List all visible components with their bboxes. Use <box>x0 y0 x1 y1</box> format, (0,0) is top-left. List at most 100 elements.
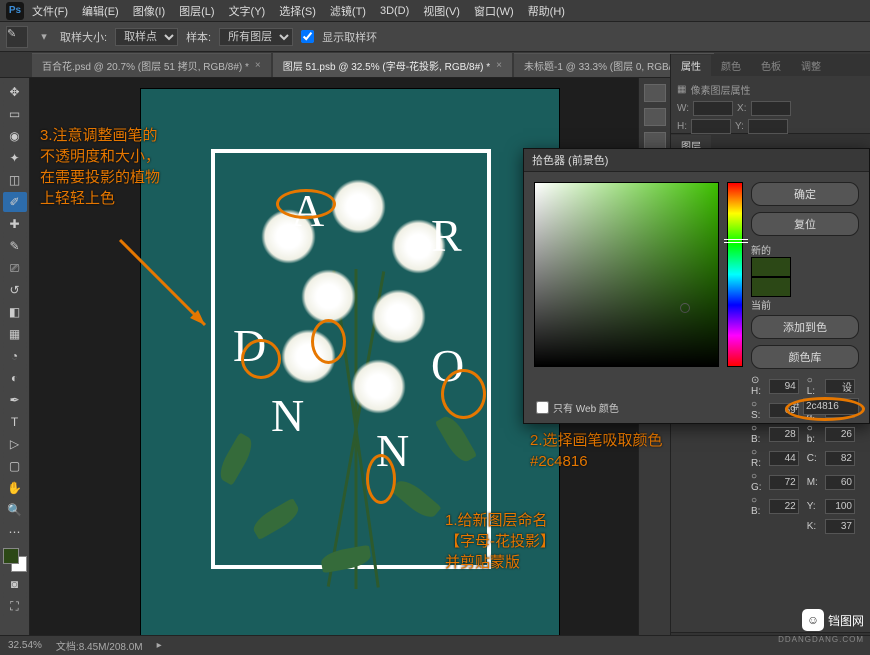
menu-select[interactable]: 选择(S) <box>279 3 316 19</box>
b-input[interactable] <box>769 427 799 442</box>
pixel-layer-icon: ▦ <box>677 84 686 95</box>
tab-properties[interactable]: 属性 <box>671 55 711 76</box>
sample-sheet-select[interactable]: 所有图层 <box>219 28 293 46</box>
menu-edit[interactable]: 编辑(E) <box>82 3 119 19</box>
letter-r: R <box>431 209 462 262</box>
status-arrow-icon[interactable]: ▸ <box>157 640 162 651</box>
tab-color[interactable]: 颜色 <box>711 55 751 76</box>
move-tool[interactable]: ✥ <box>3 82 27 102</box>
close-icon[interactable]: × <box>255 60 261 71</box>
doc-size-readout: 文档:8.45M/208.0M <box>56 638 143 653</box>
type-tool[interactable]: T <box>3 412 27 432</box>
current-color-swatch <box>751 277 791 297</box>
shape-tool[interactable]: ▢ <box>3 456 27 476</box>
tab-adjustments[interactable]: 调整 <box>791 55 831 76</box>
annotation-circle <box>785 397 865 421</box>
menu-view[interactable]: 视图(V) <box>423 3 460 19</box>
eyedropper-icon: ✎ <box>6 26 28 48</box>
menu-window[interactable]: 窗口(W) <box>474 3 514 19</box>
l-input[interactable] <box>825 379 855 394</box>
prop-h-input[interactable] <box>691 119 731 134</box>
k-input[interactable] <box>825 519 855 534</box>
sample-size-label: 取样大小: <box>60 29 107 45</box>
sample-size-select[interactable]: 取样点 <box>115 28 178 46</box>
color-lib-button[interactable]: 颜色库 <box>751 345 859 369</box>
dodge-tool[interactable]: ◐ <box>3 368 27 388</box>
h-input[interactable] <box>769 379 799 394</box>
doc-tab-2[interactable]: 图层 51.psb @ 32.5% (字母-花投影, RGB/8#) *× <box>273 53 512 77</box>
y-input[interactable] <box>825 499 855 514</box>
hand-tool[interactable]: ✋ <box>3 478 27 498</box>
zoom-readout[interactable]: 32.54% <box>8 640 42 651</box>
wand-tool[interactable]: ✦ <box>3 148 27 168</box>
status-bar: 32.54% 文档:8.45M/208.0M ▸ <box>0 635 870 655</box>
bb-input[interactable] <box>825 427 855 442</box>
b2-input[interactable] <box>769 499 799 514</box>
annotation-circle <box>311 319 346 364</box>
annotation-circle <box>276 189 336 219</box>
quickmask-tool[interactable]: ◙ <box>3 574 27 594</box>
history-panel-icon[interactable] <box>644 84 666 102</box>
menu-type[interactable]: 文字(Y) <box>229 3 266 19</box>
doc-tab-1[interactable]: 百合花.psd @ 20.7% (图层 51 拷贝, RGB/8#) *× <box>32 53 271 77</box>
eyedropper-tool[interactable]: ✐ <box>3 192 27 212</box>
actions-panel-icon[interactable] <box>644 108 666 126</box>
menu-help[interactable]: 帮助(H) <box>528 3 565 19</box>
annotation-circle <box>241 339 281 379</box>
watermark-logo-icon: ☺ <box>802 609 824 631</box>
hue-pointer-icon <box>724 239 748 243</box>
prop-y-input[interactable] <box>748 119 788 134</box>
menu-file[interactable]: 文件(F) <box>32 3 68 19</box>
stamp-tool[interactable]: ⎚ <box>3 258 27 278</box>
edit-toolbar[interactable]: ⋯ <box>3 522 27 542</box>
menu-layer[interactable]: 图层(L) <box>179 3 214 19</box>
new-color-swatch <box>751 257 791 277</box>
color-picker-title: 拾色器 (前景色) <box>524 149 869 172</box>
show-ring-checkbox[interactable] <box>301 30 314 43</box>
watermark-url: DDANGDANG.COM <box>778 635 864 644</box>
tool-preset-dropdown[interactable]: ▾ <box>36 29 52 45</box>
menu-image[interactable]: 图像(I) <box>133 3 165 19</box>
prop-w-input[interactable] <box>693 101 733 116</box>
add-swatch-button[interactable]: 添加到色 <box>751 315 859 339</box>
annotation-circle <box>366 454 396 504</box>
crop-tool[interactable]: ◫ <box>3 170 27 190</box>
history-brush-tool[interactable]: ↺ <box>3 280 27 300</box>
path-tool[interactable]: ▷ <box>3 434 27 454</box>
marquee-tool[interactable]: ▭ <box>3 104 27 124</box>
prop-placeholder: 像素图层属性 <box>690 82 750 97</box>
screenmode-tool[interactable]: ⛶ <box>3 596 27 616</box>
g-input[interactable] <box>769 475 799 490</box>
menu-3d[interactable]: 3D(D) <box>380 5 409 17</box>
letter-n: N <box>271 389 304 442</box>
sample-sheet-label: 样本: <box>186 29 211 45</box>
ps-logo-icon: Ps <box>6 2 24 20</box>
web-only-checkbox[interactable] <box>536 401 549 414</box>
close-icon[interactable]: × <box>496 60 502 71</box>
hue-slider[interactable] <box>727 182 743 367</box>
foreground-color[interactable] <box>3 548 19 564</box>
ok-button[interactable]: 确定 <box>751 182 859 206</box>
brush-tool[interactable]: ✎ <box>3 236 27 256</box>
lasso-tool[interactable]: ◉ <box>3 126 27 146</box>
color-field[interactable] <box>534 182 719 367</box>
zoom-tool[interactable]: 🔍 <box>3 500 27 520</box>
heal-tool[interactable]: ✚ <box>3 214 27 234</box>
gradient-tool[interactable]: ▦ <box>3 324 27 344</box>
r-input[interactable] <box>769 451 799 466</box>
prop-x-input[interactable] <box>751 101 791 116</box>
menu-bar: Ps 文件(F) 编辑(E) 图像(I) 图层(L) 文字(Y) 选择(S) 滤… <box>0 0 870 22</box>
menu-filter[interactable]: 滤镜(T) <box>330 3 366 19</box>
pen-tool[interactable]: ✒ <box>3 390 27 410</box>
blur-tool[interactable]: ◔ <box>3 346 27 366</box>
annotation-arrow-icon <box>110 230 220 340</box>
eraser-tool[interactable]: ◧ <box>3 302 27 322</box>
annotation-3: 3.注意调整画笔的 不透明度和大小， 在需要投影的植物 上轻轻上色 <box>40 125 160 209</box>
tab-swatches[interactable]: 色板 <box>751 55 791 76</box>
m-input[interactable] <box>825 475 855 490</box>
toolbox: ✥ ▭ ◉ ✦ ◫ ✐ ✚ ✎ ⎚ ↺ ◧ ▦ ◔ ◐ ✒ T ▷ ▢ ✋ 🔍 … <box>0 78 30 635</box>
show-ring-label: 显示取样环 <box>322 29 377 45</box>
cancel-button[interactable]: 复位 <box>751 212 859 236</box>
color-swatch[interactable] <box>3 548 27 572</box>
c-input[interactable] <box>825 451 855 466</box>
